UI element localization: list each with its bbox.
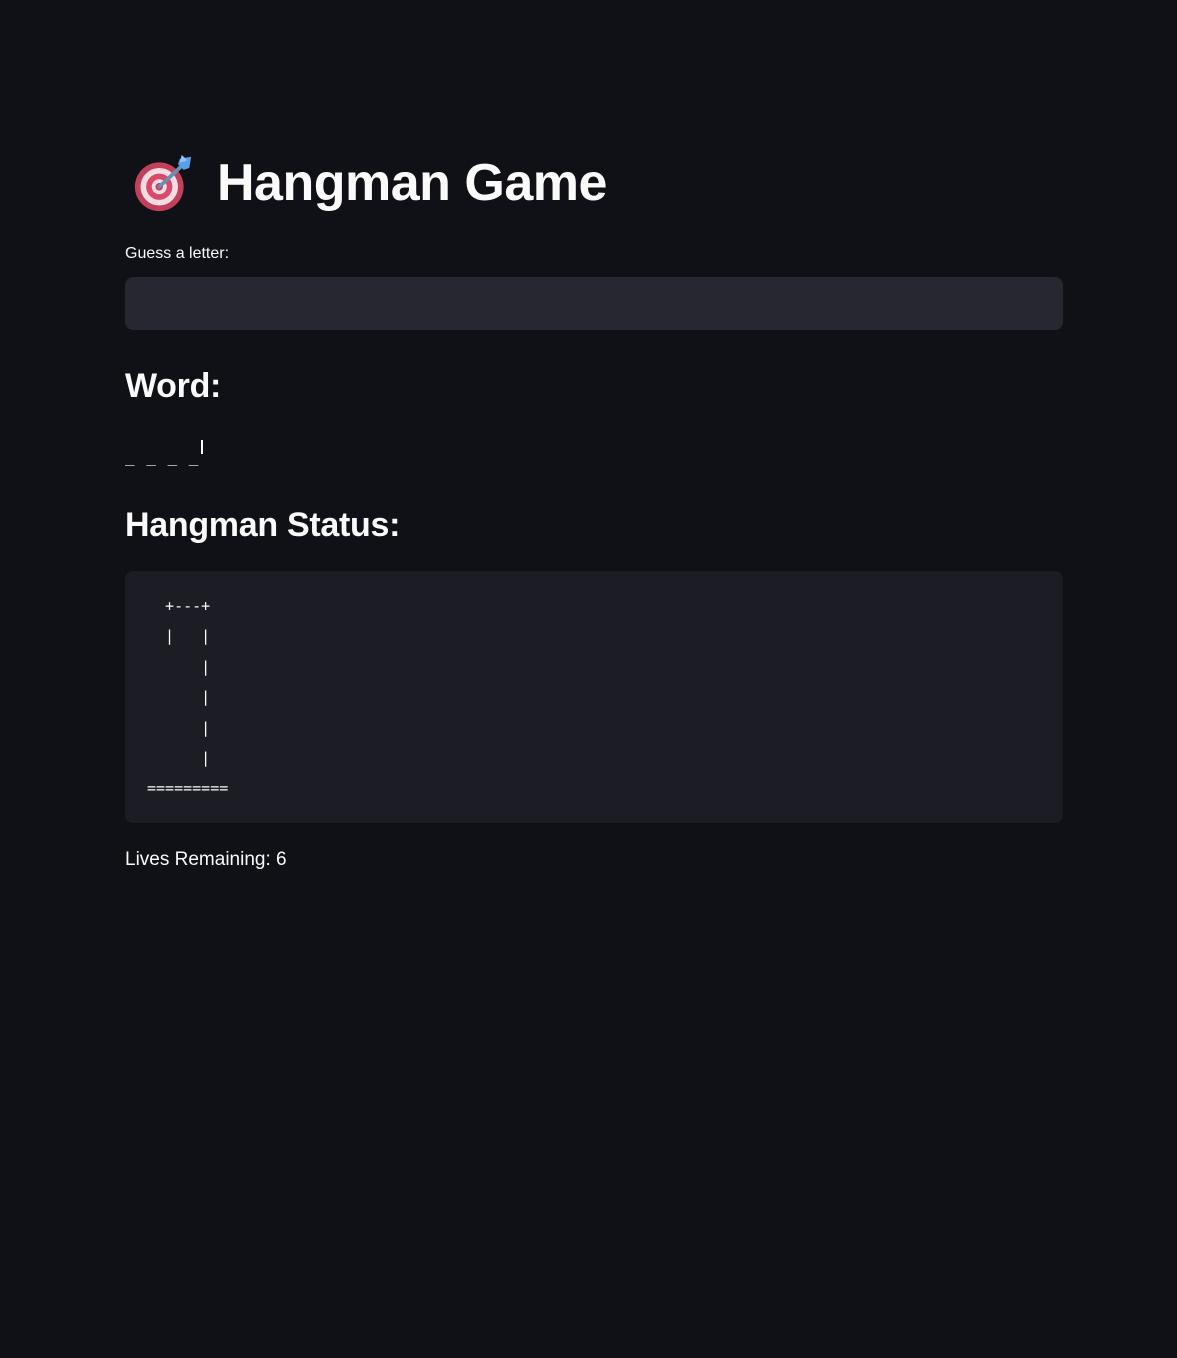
- dart-target-icon: [134, 154, 192, 212]
- guess-letter-input[interactable]: [125, 277, 1063, 330]
- title-row: Hangman Game: [133, 148, 607, 218]
- guess-input-label: Guess a letter:: [125, 245, 230, 262]
- word-blanks: _ _ _ _: [125, 447, 200, 466]
- page-title: Hangman Game: [217, 154, 607, 212]
- word-display: _ _ _ _: [125, 440, 204, 466]
- hangman-code-block: +---+ | | | | | | =========: [125, 571, 1063, 823]
- hangman-ascii-art: +---+ | | | | | | =========: [147, 597, 229, 798]
- text-caret: [201, 440, 204, 454]
- lives-remaining: Lives Remaining: 6: [125, 849, 287, 870]
- hangman-status-heading: Hangman Status:: [125, 506, 401, 544]
- word-heading: Word:: [125, 367, 222, 405]
